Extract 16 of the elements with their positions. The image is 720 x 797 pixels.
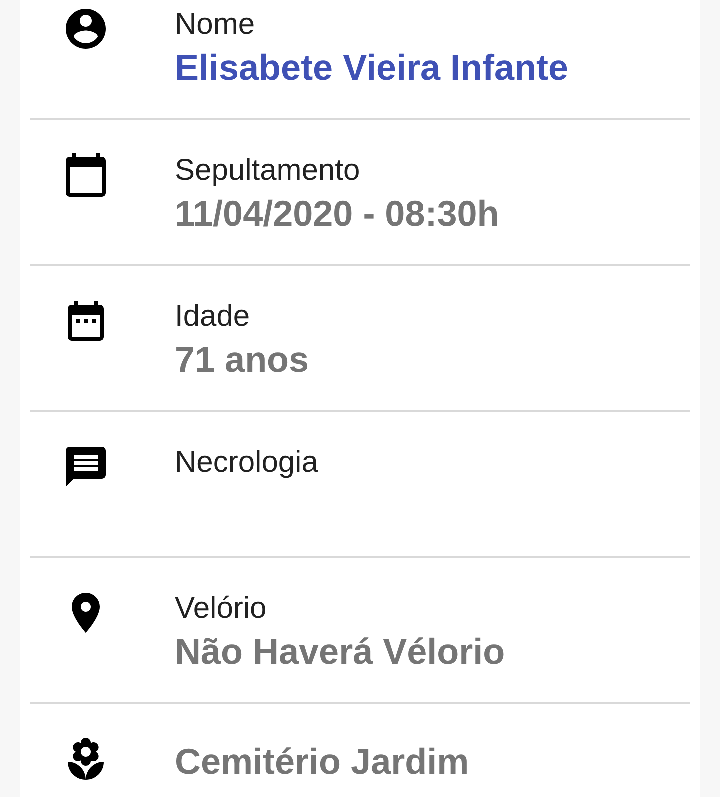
field-label: Nome [175,7,256,43]
calendar-icon [66,153,106,197]
field-value: 71 anos [175,338,310,382]
flower-icon [68,738,104,780]
field-label: Sepultamento [175,153,360,189]
person-name: Elisabete Vieira Infante [175,46,569,90]
field-value: Cemitério Jardim [175,740,470,784]
field-value: 11/04/2020 - 08:30h [175,192,500,236]
calendar-icon [68,301,104,341]
person-icon [66,9,106,49]
message-icon [66,447,106,487]
field-value: Não Haverá Vélorio [175,630,506,674]
field-label: Necrologia [175,445,318,481]
field-label: Idade [175,299,250,335]
field-label: Velório [175,591,267,627]
location-pin-icon [72,593,100,633]
